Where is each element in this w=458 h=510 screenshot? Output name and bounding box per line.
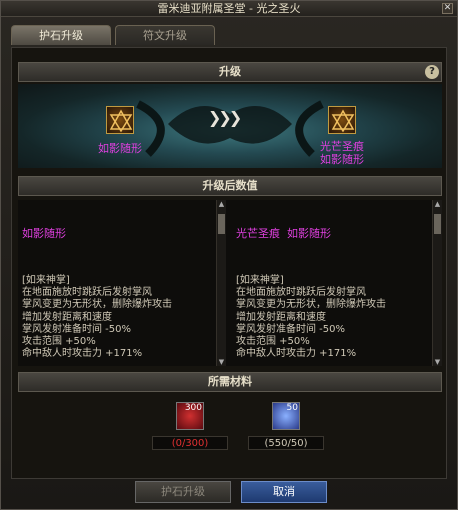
stat-line — [236, 360, 424, 366]
upgraded-stats-scrollbar[interactable]: ▲ ▼ — [432, 200, 442, 366]
window-title: 雷米迪亚附属圣堂 - 光之圣火 — [157, 2, 301, 15]
stat-line: 掌风变更为无形状，删除爆炸攻击 — [22, 299, 172, 311]
stat-line: 攻击范围 +50% — [22, 336, 96, 348]
target-item-name-line2: 如影随形 — [320, 153, 364, 166]
target-item-name-line1: 光芒圣痕 — [320, 140, 364, 153]
scroll-down-icon[interactable]: ▼ — [434, 358, 441, 366]
help-icon[interactable]: ? — [425, 65, 439, 79]
current-stats-column: 如影随形 [如来神掌] 在地面施放时跳跃后发射掌风 掌风变更为无形状，删除爆炸攻击增… — [18, 200, 214, 366]
stat-line — [22, 360, 210, 366]
stat-line: 掌风变更为无形状，删除爆炸攻击 — [236, 299, 386, 311]
blue-crystal-icon[interactable]: 50 — [272, 402, 300, 430]
target-item-name: 光芒圣痕 如影随形 — [308, 140, 376, 166]
stat-line: [如来神掌] — [236, 275, 284, 287]
materials-section-header: 所需材料 — [18, 372, 442, 392]
scroll-up-icon[interactable]: ▲ — [434, 200, 441, 208]
upgraded-stats-lines: [如来神掌] 在地面施放时跳跃后发射掌风 掌风变更为无形状，删除爆炸攻击 增加发射距离… — [236, 275, 424, 366]
window-titlebar[interactable]: 雷米迪亚附属圣堂 - 光之圣火 ✕ — [1, 1, 457, 17]
stat-line: 命中敌人时攻击力 +171% — [236, 348, 357, 360]
current-stats-lines: [如来神掌] 在地面施放时跳跃后发射掌风 掌风变更为无形状，删除爆炸攻击 增加发射距离… — [22, 275, 210, 366]
scroll-thumb[interactable] — [434, 214, 441, 234]
arrow-icon: ❯❯❯ — [208, 108, 242, 127]
stat-line: 掌风发射准备时间 -50% — [22, 323, 132, 335]
stat-line: 攻击范围 +50% — [236, 336, 310, 348]
upgraded-stats-column: 光芒圣痕 如影随形 [如来神掌] 在地面施放时跳跃后发射掌风 掌风变更为无形状，删除… — [232, 200, 428, 366]
material-amount: (0/300) — [152, 436, 228, 450]
target-talisman-icon[interactable] — [328, 106, 356, 134]
stat-line: 命中敌人时攻击力 +171% — [22, 348, 143, 360]
material-amount: (550/50) — [248, 436, 324, 450]
cancel-button[interactable]: 取消 — [241, 481, 327, 503]
talisman-upgrade-button[interactable]: 护石升级 — [135, 481, 231, 503]
stat-line: [如来神掌] — [22, 275, 70, 287]
red-crystal-icon[interactable]: 300 — [176, 402, 204, 430]
material-count-badge: 300 — [184, 403, 202, 413]
upgrade-heading: 升级 — [219, 65, 241, 78]
upgrade-section-header: 升级 ? — [18, 62, 442, 82]
tab-talisman-upgrade[interactable]: 护石升级 — [11, 25, 111, 45]
stat-line: 增加发射距离和速度 — [22, 311, 112, 323]
stat-line: 掌风发射准备时间 -50% — [236, 323, 346, 335]
stats-heading: 升级后数值 — [202, 179, 258, 192]
scroll-down-icon[interactable]: ▼ — [218, 358, 225, 366]
stat-line: 增加发射距离和速度 — [236, 311, 326, 323]
material-amount-text: (0/300) — [171, 438, 209, 449]
stat-line: 在地面施放时跳跃后发射掌风 — [236, 287, 366, 299]
stat-line: 在地面施放时跳跃后发射掌风 — [22, 287, 152, 299]
scroll-thumb[interactable] — [218, 214, 225, 234]
materials-heading: 所需材料 — [208, 375, 252, 388]
upgrade-preview: 如影随形 ❯❯❯ 光芒圣痕 如影随形 — [18, 84, 442, 168]
tab-rune-upgrade[interactable]: 符文升级 — [115, 25, 215, 45]
current-stats-scrollbar[interactable]: ▲ ▼ — [216, 200, 226, 366]
upgraded-item-name: 光芒圣痕 如影随形 — [236, 227, 331, 241]
materials-area: 300 (0/300) 50 (550/50) — [18, 396, 442, 458]
upgrade-window: 雷米迪亚附属圣堂 - 光之圣火 ✕ 护石升级 符文升级 升级 ? 如影随形 ❯❯… — [0, 0, 458, 510]
source-talisman-icon[interactable] — [106, 106, 134, 134]
close-icon[interactable]: ✕ — [442, 3, 453, 14]
stats-comparison: 如影随形 [如来神掌] 在地面施放时跳跃后发射掌风 掌风变更为无形状，删除爆炸攻击增… — [18, 200, 442, 366]
material-count-badge: 50 — [286, 403, 298, 413]
source-item-name: 如影随形 — [98, 142, 142, 155]
current-item-name: 如影随形 — [22, 227, 66, 241]
material-amount-text: (550/50) — [264, 438, 308, 449]
scroll-up-icon[interactable]: ▲ — [218, 200, 225, 208]
upgrade-panel: 升级 ? 如影随形 ❯❯❯ 光芒圣痕 如影随形 升级后数值 如影随形 [如来神掌… — [11, 47, 447, 479]
stats-section-header: 升级后数值 — [18, 176, 442, 196]
